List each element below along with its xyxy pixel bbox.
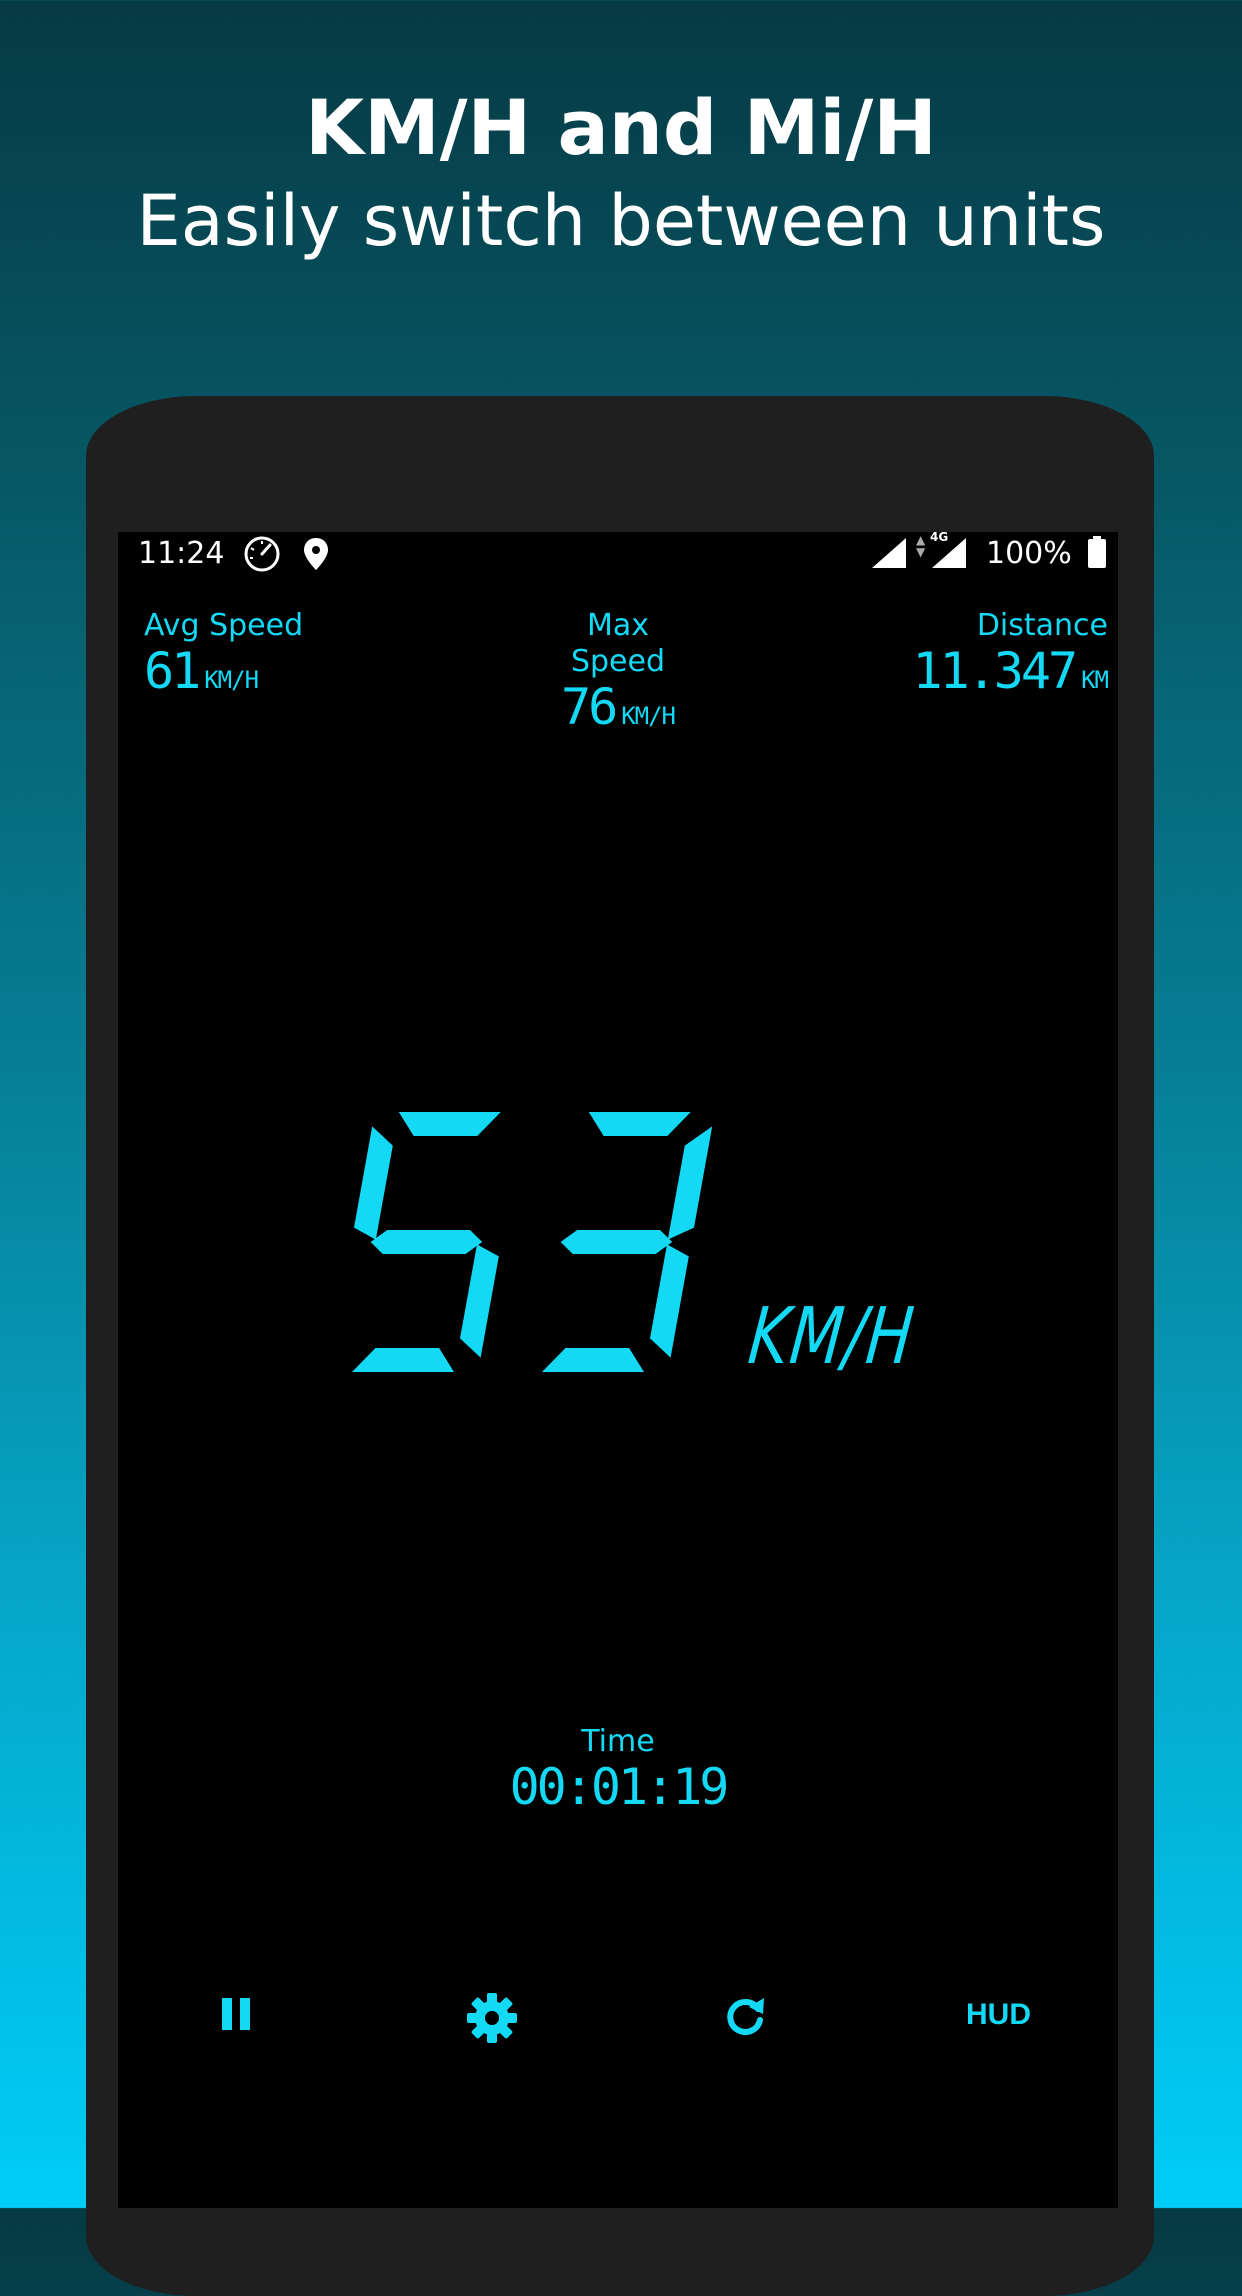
max-speed-stat: Max Speed 76 KM/H — [538, 608, 698, 734]
time-label: Time — [581, 1724, 655, 1759]
avg-speed-label: Avg Speed — [144, 608, 304, 643]
max-speed-value: 76 — [560, 678, 618, 736]
pause-button[interactable] — [218, 1996, 254, 2036]
elapsed-time: Time 00:01:19 — [498, 1724, 738, 1814]
speed-digit-segment — [352, 1348, 454, 1372]
max-speed-label: Max Speed — [570, 608, 666, 679]
signal-icon — [872, 538, 906, 568]
speed-digit-segment — [542, 1348, 644, 1372]
avg-speed-stat: Avg Speed 61 KM/H — [144, 608, 303, 698]
speedometer-icon — [244, 536, 280, 572]
speed-digit-segment — [460, 1244, 499, 1358]
current-speed-unit: KM/H — [744, 1292, 919, 1382]
distance-unit: KM — [1081, 666, 1109, 694]
speed-digit-segment — [650, 1244, 689, 1358]
distance-value: 11.347 — [912, 642, 1078, 700]
speed-digit-segment — [354, 1126, 393, 1240]
signal-icon — [932, 538, 966, 568]
time-value: 00:01:19 — [509, 1758, 730, 1816]
speed-digit-segment — [667, 1126, 713, 1240]
speed-digit-segment — [588, 1112, 691, 1136]
speed-digit-segment — [560, 1230, 673, 1254]
location-pin-icon — [304, 538, 328, 570]
distance-stat: Distance 11.347 KM — [878, 608, 1109, 700]
data-arrows-icon: ▲ ▼ — [916, 533, 926, 559]
distance-label: Distance — [976, 608, 1108, 643]
pause-icon — [222, 1998, 250, 2030]
hud-button[interactable]: HUD — [966, 1998, 1031, 2032]
status-time: 11:24 — [138, 536, 225, 571]
battery-percent: 100% — [986, 536, 1072, 571]
control-bar: HUD — [118, 1988, 1118, 2088]
status-bar: 11:24 ▲ ▼ 4G 100% — [118, 532, 1118, 572]
reset-button[interactable] — [722, 1994, 768, 2044]
settings-button[interactable] — [466, 1992, 518, 2048]
max-speed-unit: KM/H — [621, 702, 676, 730]
avg-speed-unit: KM/H — [204, 666, 259, 694]
gear-icon — [467, 1993, 517, 2043]
speed-digit-segment — [370, 1230, 483, 1254]
battery-icon — [1088, 536, 1106, 568]
phone-screen: 11:24 ▲ ▼ 4G 100% Avg Speed 61 KM/H Max … — [118, 532, 1118, 2208]
headline-subtitle: Easily switch between units — [136, 180, 1106, 262]
speed-digit-segment — [398, 1112, 501, 1136]
headline-title: KM/H and Mi/H — [305, 83, 937, 172]
current-speed-display — [352, 1112, 713, 1372]
refresh-icon — [727, 1998, 764, 2035]
headline: KM/H and Mi/H Easily switch between unit… — [0, 80, 1242, 266]
avg-speed-value: 61 — [144, 642, 201, 700]
